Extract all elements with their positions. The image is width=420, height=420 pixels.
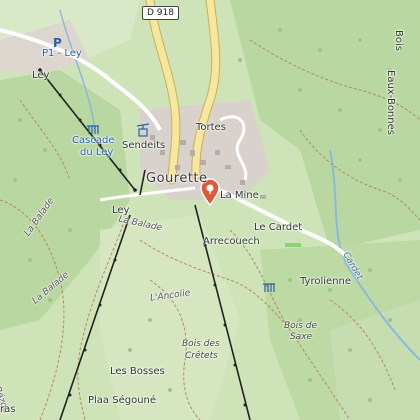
gourette-label[interactable]: Gourette <box>146 172 208 185</box>
bois-de-saxe-label-2: Saxe <box>290 332 313 342</box>
bois-des-cretets-label: Bois des <box>182 339 220 349</box>
tyrolienne-label[interactable]: Tyrolienne <box>300 276 351 288</box>
ley-top-label[interactable]: Ley <box>32 70 49 82</box>
la-mine-label[interactable]: La Mine <box>220 190 259 202</box>
cascade-label-2[interactable]: du Ley <box>80 147 113 159</box>
bois-label: Bois <box>393 30 404 51</box>
sendeits-label[interactable]: Sendeits <box>122 140 165 152</box>
parking-icon[interactable]: P <box>52 34 64 50</box>
map[interactable]: P D 918 P1 - Ley Ley Cascade du Ley Send… <box>0 0 420 420</box>
tortes-label[interactable]: Tortes <box>196 122 226 134</box>
cascade-label[interactable]: Cascade <box>72 135 114 147</box>
ras-label: ras <box>0 404 16 415</box>
eaux-bonnes-label[interactable]: Eaux-Bonnes <box>384 70 396 135</box>
aerial-tramway-icon <box>136 122 150 137</box>
plaa-segoune-label[interactable]: Plaa Ségouné <box>88 395 156 407</box>
le-cardet-label[interactable]: Le Cardet <box>254 222 302 234</box>
les-bosses-label[interactable]: Les Bosses <box>110 366 165 378</box>
bois-des-cretets-label-2: Crêtets <box>185 351 218 361</box>
waterfall-icon <box>262 278 276 292</box>
parking-label[interactable]: P1 - Ley <box>42 48 82 60</box>
road-shield: D 918 <box>142 6 179 20</box>
tyrolienne-line <box>285 243 301 247</box>
arrecouech-label[interactable]: Arrecouech <box>203 236 260 248</box>
waterfall-icon <box>86 120 100 134</box>
